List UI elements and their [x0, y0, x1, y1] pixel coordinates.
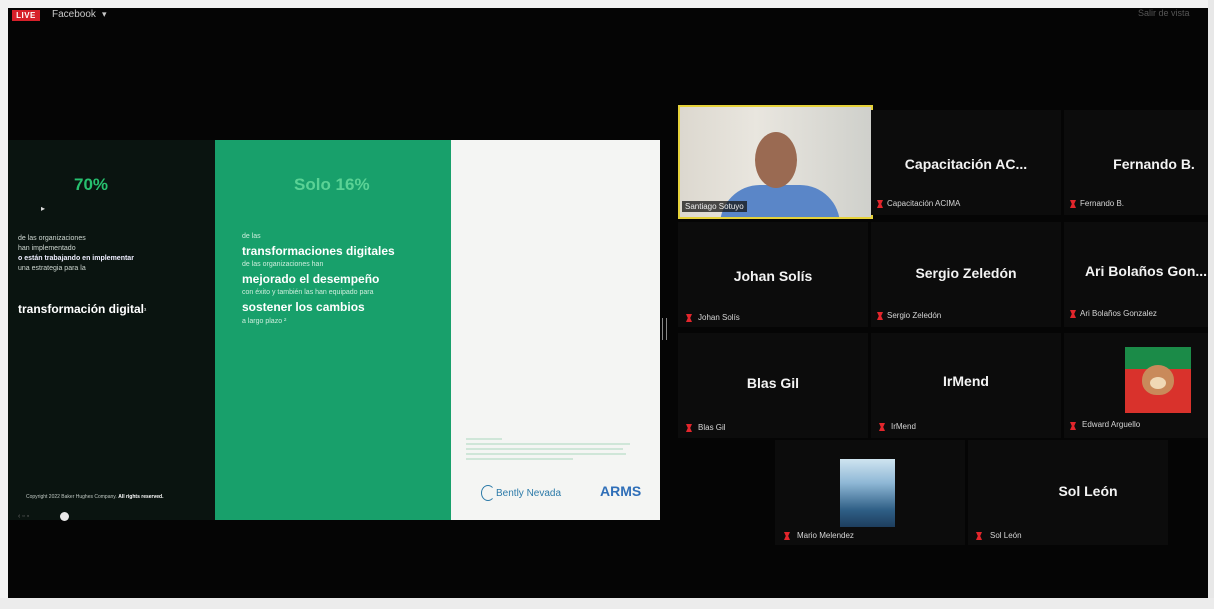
participant-tile[interactable]: Blas Gil Blas Gil: [678, 333, 868, 438]
frame-right-edge: [1208, 0, 1214, 609]
microphone-muted-icon: [686, 424, 692, 432]
participant-tile[interactable]: IrMend IrMend: [871, 333, 1061, 438]
panel-splitter-handle[interactable]: [662, 318, 667, 340]
slide-headline: transformación digital¹: [18, 302, 146, 316]
participant-display-name: IrMend: [943, 373, 989, 389]
arms-logo-text: ARMS: [600, 483, 642, 499]
participant-display-name: Johan Solís: [733, 268, 813, 284]
microphone-muted-icon: [879, 423, 885, 431]
frame-top-edge: [0, 0, 1214, 8]
stat-70-percent: 70%: [74, 175, 109, 194]
participant-avatar-image: [840, 459, 895, 527]
microphone-muted-icon: [1070, 310, 1076, 318]
slide-text-line: han implementado: [18, 245, 76, 252]
slide-text-line: o están trabajando en implementar: [18, 255, 134, 262]
footnote-line: [466, 448, 623, 450]
participant-name-label: Sol León: [990, 531, 1022, 540]
copyright-text: Copyright 2022 Baker Hughes Company.: [26, 494, 117, 500]
stream-platform-label[interactable]: Facebook: [52, 9, 96, 20]
slide-text-line: de las organizaciones: [18, 235, 86, 242]
footnote-line: [466, 453, 627, 455]
microphone-muted-icon: [877, 200, 883, 208]
microphone-muted-icon: [686, 314, 692, 322]
footnote-line: [466, 443, 630, 445]
participant-tile[interactable]: Fernando B. Fernando B.: [1064, 110, 1208, 215]
footnote-marker: ¹: [144, 308, 147, 315]
slide-controls[interactable]: ‹ ▫ ▫: [18, 513, 29, 520]
slide-control-button[interactable]: [60, 512, 69, 521]
slide-panel-dark: 70% ▸ de las organizaciones han implemen…: [8, 140, 215, 521]
footnote-line: [466, 458, 573, 460]
participant-tile[interactable]: Sergio Zeledón Sergio Zeledón: [871, 222, 1061, 327]
microphone-muted-icon: [784, 532, 790, 540]
participant-name-label: Capacitación ACIMA: [887, 199, 961, 208]
participant-tile[interactable]: Ari Bolaños Gon... Ari Bolaños Gonzalez: [1064, 222, 1208, 327]
participant-display-name: Fernando B.: [1113, 156, 1195, 172]
slide-copyright: Copyright 2022 Baker Hughes Company. All…: [26, 494, 163, 500]
slide-emphasis-text: sostener los cambios: [242, 300, 365, 314]
participant-name-label: Sergio Zeledón: [887, 311, 942, 320]
participant-display-name: Blas Gil: [746, 375, 800, 391]
participant-tile[interactable]: Johan Solís Johan Solís: [678, 222, 868, 327]
slide-text-line: con éxito y también las han equipado par…: [242, 289, 374, 296]
copyright-bold-text: All rights reserved.: [118, 494, 164, 500]
live-badge[interactable]: LIVE: [12, 10, 40, 21]
participant-name-label: IrMend: [891, 422, 916, 431]
video-person: [755, 132, 797, 188]
footnote-line: [466, 438, 502, 440]
participant-tile[interactable]: Capacitación AC... Capacitación ACIMA: [871, 110, 1061, 215]
slide-headline-text: transformación digital: [18, 302, 145, 316]
participant-name-label: Johan Solís: [698, 313, 740, 322]
frame-left-edge: [0, 0, 8, 609]
stat-16-percent: Solo 16%: [294, 175, 370, 194]
participant-tile[interactable]: Sol León Sol León: [968, 440, 1168, 545]
participant-display-name: Sol León: [1058, 483, 1118, 499]
microphone-muted-icon: [976, 532, 982, 540]
mouse-pointer-icon: ▸: [41, 204, 46, 213]
bently-nevada-logo-icon: [481, 485, 495, 501]
slide-text-line: a largo plazo ²: [242, 318, 287, 325]
microphone-muted-icon: [1070, 422, 1076, 430]
slide-text-line: de las organizaciones han: [242, 261, 324, 268]
hamster-face: [1150, 377, 1166, 389]
slide-footnotes: [466, 438, 644, 463]
chevron-down-icon[interactable]: ▾: [102, 9, 107, 20]
participant-name-label: Mario Melendez: [797, 531, 854, 540]
participant-name-label: Fernando B.: [1080, 199, 1125, 208]
participant-avatar-image: [1125, 347, 1191, 413]
bently-nevada-logo-text: Bently Nevada: [496, 488, 562, 499]
slide-text-line: una estrategia para la: [18, 265, 86, 272]
participant-name-label: Ari Bolaños Gonzalez: [1080, 309, 1157, 318]
participant-name-label: Edward Arguello: [1082, 420, 1141, 429]
shared-screen: 70% ▸ de las organizaciones han implemen…: [8, 140, 660, 521]
microphone-muted-icon: [877, 312, 883, 320]
slide-emphasis-text: transformaciones digitales: [242, 244, 395, 258]
frame-bottom-edge: [0, 598, 1214, 609]
participant-tile-active-speaker[interactable]: Santiago Sotuyo: [678, 105, 873, 219]
participant-name-label: Santiago Sotuyo: [682, 201, 747, 212]
slide-panel-white: Bently Nevada ARMS: [451, 140, 660, 520]
participant-display-name: Ari Bolaños Gon...: [1084, 263, 1208, 279]
microphone-muted-icon: [1070, 200, 1076, 208]
slide-emphasis-text: mejorado el desempeño: [242, 272, 380, 286]
participant-name-label: Blas Gil: [698, 423, 726, 432]
participant-display-name: Sergio Zeledón: [915, 265, 1017, 281]
participant-display-name: Capacitación AC...: [904, 156, 1028, 172]
slide-panel-green: Solo 16% de las transformaciones digital…: [215, 140, 451, 520]
slide-text-line: de las: [242, 233, 261, 240]
exit-view-button[interactable]: Salir de vista: [1138, 8, 1190, 18]
